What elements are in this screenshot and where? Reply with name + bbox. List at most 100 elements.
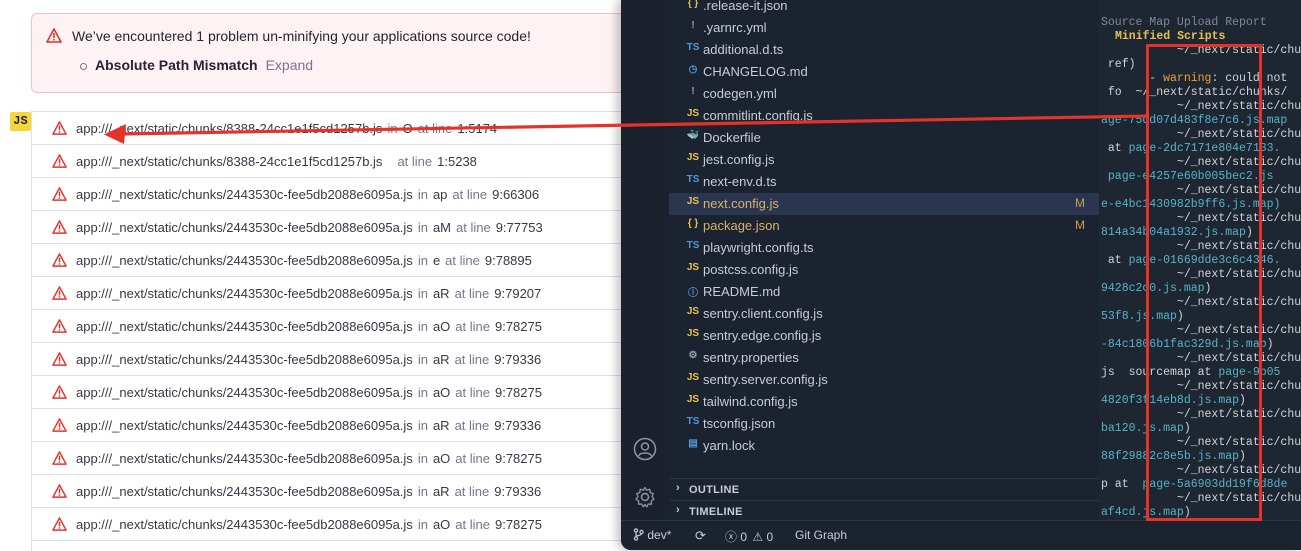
stack-frame-row[interactable]: app:///_next/static/chunks/2443530c-fee5… — [32, 475, 632, 508]
stack-frame-row[interactable]: app:///_next/static/chunks/2443530c-fee5… — [32, 310, 632, 343]
stack-frame-row[interactable]: app:///_next/static/chunks/2443530c-fee5… — [32, 277, 632, 310]
explorer-file-row[interactable]: JS tailwind.config.js — [669, 391, 1099, 413]
frame-text: app:///_next/static/chunks/8388-24cc1e1f… — [76, 154, 482, 169]
stack-frame-row[interactable]: app:///_next/static/chunks/2443530c-fee5… — [32, 244, 632, 277]
explorer-file-row[interactable]: TS next-env.d.ts — [669, 171, 1099, 193]
terminal-header: Source Map Upload Report — [1101, 16, 1267, 29]
terminal-subheader: Minified Scripts — [1115, 30, 1226, 43]
stack-frame-row[interactable]: app:///_next/static/chunks/2443530c-fee5… — [32, 343, 632, 376]
stack-frame-row[interactable]: app:///_next/static/chunks/8388-24cc1e1f… — [32, 145, 632, 178]
file-type-icon: TS — [686, 416, 700, 427]
warning-icon — [52, 517, 67, 531]
warning-icon — [52, 286, 67, 300]
frame-at-label: at line — [455, 517, 490, 532]
frame-line: 9:79336 — [494, 484, 542, 499]
explorer-file-row[interactable]: { } .release-it.json — [669, 0, 1099, 17]
frame-at-label: at line — [456, 220, 491, 235]
explorer-file-row[interactable]: JS postcss.config.js — [669, 259, 1099, 281]
terminal-segment: ref) — [1101, 58, 1136, 71]
explorer-file-row[interactable]: JS next.config.js M — [669, 193, 1099, 215]
explorer-file-row[interactable]: JS sentry.server.config.js — [669, 369, 1099, 391]
account-icon[interactable] — [633, 437, 657, 461]
explorer-file-row[interactable]: { } package.json M — [669, 215, 1099, 237]
frame-text: app:///_next/static/chunks/2443530c-fee5… — [76, 286, 546, 301]
stack-frames: app:///_next/static/chunks/8388-24cc1e1f… — [31, 111, 632, 551]
stack-frame-row[interactable]: app:///_next/static/chunks/2443530c-fee5… — [32, 442, 632, 475]
file-type-icon: JS — [686, 108, 700, 119]
file-name: sentry.edge.config.js — [703, 328, 822, 343]
frame-at-label: at line — [417, 121, 453, 136]
explorer-file-row[interactable]: JS jest.config.js — [669, 149, 1099, 171]
frame-function: aR — [432, 484, 450, 499]
explorer-file-row[interactable]: 🐳 Dockerfile — [669, 127, 1099, 149]
warning-icon — [52, 319, 67, 333]
frame-function: aM — [432, 220, 451, 235]
frame-function: aR — [432, 418, 450, 433]
file-type-icon: JS — [686, 152, 700, 163]
explorer-file-row[interactable]: ▤ yarn.lock — [669, 435, 1099, 457]
warning-icon — [52, 385, 67, 399]
frame-in-label: in — [417, 451, 428, 466]
file-name: tsconfig.json — [703, 416, 776, 431]
explorer-file-row[interactable]: JS sentry.edge.config.js — [669, 325, 1099, 347]
stack-frame-row[interactable]: app:///_next/static/chunks/2443530c-fee5… — [32, 508, 632, 541]
problems-indicator[interactable]: ⓧ 0 ⚠ 0 — [725, 528, 773, 545]
file-name: codegen.yml — [703, 86, 777, 101]
frame-text: app:///_next/static/chunks/2443530c-fee5… — [76, 418, 546, 433]
explorer-file-row[interactable]: ! codegen.yml — [669, 83, 1099, 105]
explorer-file-row[interactable]: TS additional.d.ts — [669, 39, 1099, 61]
frame-path: app:///_next/static/chunks/2443530c-fee5… — [76, 385, 413, 400]
error-icon: ⓧ — [725, 530, 738, 544]
frame-path: app:///_next/static/chunks/8388-24cc1e1f… — [76, 121, 383, 136]
branch-indicator[interactable]: dev* — [633, 528, 671, 542]
timeline-label: TIMELINE — [689, 506, 743, 518]
frame-function: aO — [432, 385, 451, 400]
explorer-file-row[interactable]: JS commitlint.config.js — [669, 105, 1099, 127]
explorer-file-row[interactable]: ◷ CHANGELOG.md — [669, 61, 1099, 83]
frame-line: 9:78275 — [494, 517, 542, 532]
warning-icon — [52, 484, 67, 498]
stack-frame-row[interactable]: app:///_next/static/chunks/2443530c-fee5… — [32, 178, 632, 211]
stack-frame-row[interactable]: app:///_next/static/chunks/2443530c-fee5… — [32, 376, 632, 409]
outline-section[interactable]: › OUTLINE — [669, 478, 1099, 501]
warning-icon — [52, 121, 67, 135]
terminal-segment: p at — [1101, 478, 1143, 491]
warning-icon — [52, 154, 67, 168]
explorer-file-row[interactable]: TS tsconfig.json — [669, 413, 1099, 435]
git-status-badge: M — [1075, 196, 1085, 210]
file-type-icon: { } — [687, 218, 699, 229]
sync-icon[interactable]: ⟳ — [695, 528, 706, 544]
frame-in-label: in — [387, 121, 398, 136]
chevron-right-icon: › — [676, 482, 680, 494]
warning-icon — [52, 451, 67, 465]
file-name: Dockerfile — [703, 130, 761, 145]
warning-icon — [52, 352, 67, 366]
stack-frame-row[interactable]: app:///_next/static/chunks/2443530c-fee5… — [32, 409, 632, 442]
frame-in-label: in — [417, 286, 428, 301]
stack-frame-row[interactable]: app:///_next/static/chunks/2443530c-fee5… — [32, 211, 632, 244]
explorer-file-row[interactable]: TS playwright.config.ts — [669, 237, 1099, 259]
language-badge: JS — [10, 112, 31, 131]
stack-frame-row[interactable]: app:///_next/static/chunks/8388-24cc1e1f… — [32, 112, 632, 145]
file-name: sentry.server.config.js — [703, 372, 828, 387]
frame-line: 1:5238 — [437, 154, 477, 169]
file-name: tailwind.config.js — [703, 394, 798, 409]
settings-gear-icon[interactable] — [633, 485, 657, 509]
file-name: yarn.lock — [703, 438, 756, 453]
git-graph-button[interactable]: Git Graph — [795, 528, 847, 542]
expand-link[interactable]: Expand — [266, 57, 313, 73]
frame-path: app:///_next/static/chunks/2443530c-fee5… — [76, 187, 413, 202]
warning-icon — [52, 187, 67, 201]
file-type-icon: ⚙ — [688, 350, 698, 361]
frame-path: app:///_next/static/chunks/2443530c-fee5… — [76, 484, 413, 499]
file-name: commitlint.config.js — [703, 108, 813, 123]
explorer-file-row[interactable]: ! .yarnrc.yml — [669, 17, 1099, 39]
file-type-icon: ◷ — [688, 64, 698, 75]
explorer-file-row[interactable]: JS sentry.client.config.js — [669, 303, 1099, 325]
explorer-file-row[interactable]: ⓘ README.md — [669, 281, 1099, 303]
file-name: postcss.config.js — [703, 262, 799, 277]
frame-in-label: in — [417, 352, 428, 367]
frame-at-label: at line — [445, 253, 480, 268]
explorer-file-row[interactable]: ⚙ sentry.properties — [669, 347, 1099, 369]
file-name: next-env.d.ts — [703, 174, 777, 189]
